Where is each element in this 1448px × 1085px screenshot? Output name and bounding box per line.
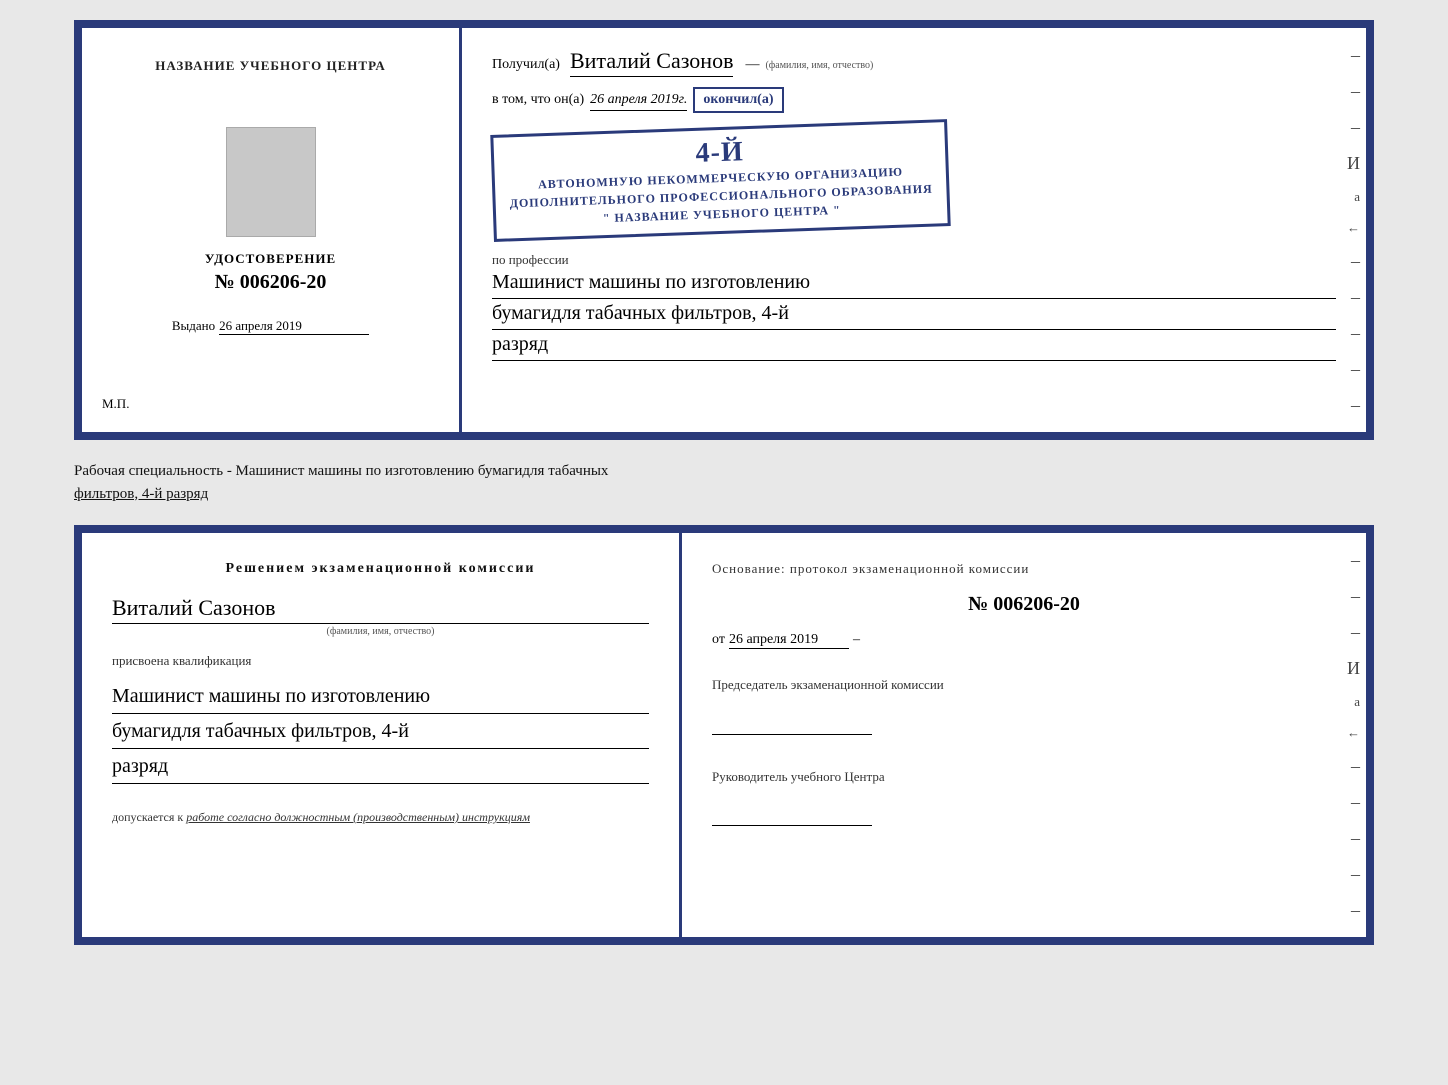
decision-title: Решением экзаменационной комиссии bbox=[112, 561, 649, 577]
cert-between-label: Рабочая специальность - Машинист машины … bbox=[74, 456, 1374, 509]
poluchil-label: Получил(а) bbox=[492, 57, 560, 73]
person-block: Виталий Сазонов (фамилия, имя, отчество) bbox=[112, 591, 649, 637]
right-dashes-top: – – – И а ← – – – – – bbox=[1347, 28, 1366, 432]
issued-line: Выдано 26 апреля 2019 bbox=[172, 318, 369, 335]
cert-udost-block: УДОСТОВЕРЕНИЕ № 006206-20 bbox=[205, 251, 336, 294]
org-name-top: НАЗВАНИЕ УЧЕБНОГО ЦЕНТРА bbox=[155, 58, 386, 74]
profession-section: по профессии Машинист машины по изготовл… bbox=[492, 244, 1336, 361]
udost-number: № 006206-20 bbox=[205, 271, 336, 294]
recipient-name: Виталий Сазонов bbox=[570, 48, 733, 77]
profession-line1: Машинист машины по изготовлению bbox=[492, 268, 1336, 299]
mp-label: М.П. bbox=[102, 396, 129, 412]
right-dashes-bottom: – – – И а ← – – – – – bbox=[1347, 533, 1366, 937]
okoncil-label: окончил(а) bbox=[693, 87, 783, 113]
osnov-label: Основание: протокол экзаменационной коми… bbox=[712, 561, 1336, 577]
chairman-label: Председатель экзаменационной комиссии bbox=[712, 675, 1336, 695]
rukov-label: Руководитель учебного Центра bbox=[712, 767, 1336, 787]
profession-label: по профессии bbox=[492, 252, 1336, 268]
profession-line2: бумагидля табачных фильтров, 4-й bbox=[492, 299, 1336, 330]
certificate-top: НАЗВАНИЕ УЧЕБНОГО ЦЕНТРА УДОСТОВЕРЕНИЕ №… bbox=[74, 20, 1374, 440]
stamp-block: 4-й АВТОНОМНУЮ НЕКОММЕРЧЕСКУЮ ОРГАНИЗАЦИ… bbox=[492, 127, 1336, 234]
issued-label: Выдано bbox=[172, 318, 215, 334]
qual-block: Машинист машины по изготовлению бумагидл… bbox=[112, 679, 649, 784]
qual-line1: Машинист машины по изготовлению bbox=[112, 681, 649, 714]
ot-date: 26 апреля 2019 bbox=[729, 632, 849, 649]
qual-line2: бумагидля табачных фильтров, 4-й bbox=[112, 716, 649, 749]
stamp-line3: " НАЗВАНИЕ УЧЕБНОГО ЦЕНТРА " bbox=[603, 203, 841, 225]
dopusk-value: работе согласно должностным (производств… bbox=[186, 810, 530, 824]
vtom-line: в том, что он(а) 26 апреля 2019г. окончи… bbox=[492, 87, 1336, 113]
dash-after-name: — bbox=[745, 57, 759, 73]
protocol-num: № 006206-20 bbox=[712, 593, 1336, 616]
cert-top-left: НАЗВАНИЕ УЧЕБНОГО ЦЕНТРА УДОСТОВЕРЕНИЕ №… bbox=[82, 28, 462, 432]
cert-bottom-right: Основание: протокол экзаменационной коми… bbox=[682, 533, 1366, 937]
cert-label-main: Рабочая специальность - Машинист машины … bbox=[74, 463, 608, 479]
protocol-date: от 26 апреля 2019 – bbox=[712, 632, 1336, 649]
vtom-date: 26 апреля 2019г. bbox=[590, 92, 687, 111]
cert-top-right: Получил(а) Виталий Сазонов — (фамилия, и… bbox=[462, 28, 1366, 432]
certificate-bottom: Решением экзаменационной комиссии Витали… bbox=[74, 525, 1374, 945]
photo-placeholder bbox=[226, 127, 316, 237]
prisvoena-label: присвоена квалификация bbox=[112, 653, 649, 669]
recipient-line: Получил(а) Виталий Сазонов — (фамилия, и… bbox=[492, 48, 1336, 77]
udost-label: УДОСТОВЕРЕНИЕ bbox=[205, 251, 336, 267]
ot-dash: – bbox=[853, 632, 860, 648]
fio-hint-top: (фамилия, имя, отчество) bbox=[765, 60, 873, 71]
ot-label: от bbox=[712, 632, 725, 648]
cert-bottom-left: Решением экзаменационной комиссии Витали… bbox=[82, 533, 682, 937]
vtom-label: в том, что он(а) bbox=[492, 92, 584, 108]
person-name: Виталий Сазонов bbox=[112, 595, 649, 624]
cert-stamp: 4-й АВТОНОМНУЮ НЕКОММЕРЧЕСКУЮ ОРГАНИЗАЦИ… bbox=[490, 119, 951, 242]
fio-sub: (фамилия, имя, отчество) bbox=[112, 626, 649, 637]
issued-date: 26 апреля 2019 bbox=[219, 318, 369, 335]
dopusk-line: допускается к работе согласно должностны… bbox=[112, 810, 649, 825]
chairman-sig-line bbox=[712, 715, 872, 735]
profession-line3: разряд bbox=[492, 330, 1336, 361]
rukov-sig-line bbox=[712, 806, 872, 826]
cert-label-underline: фильтров, 4-й разряд bbox=[74, 486, 208, 502]
qual-line3: разряд bbox=[112, 751, 649, 784]
dopusk-label: допускается к bbox=[112, 810, 183, 824]
